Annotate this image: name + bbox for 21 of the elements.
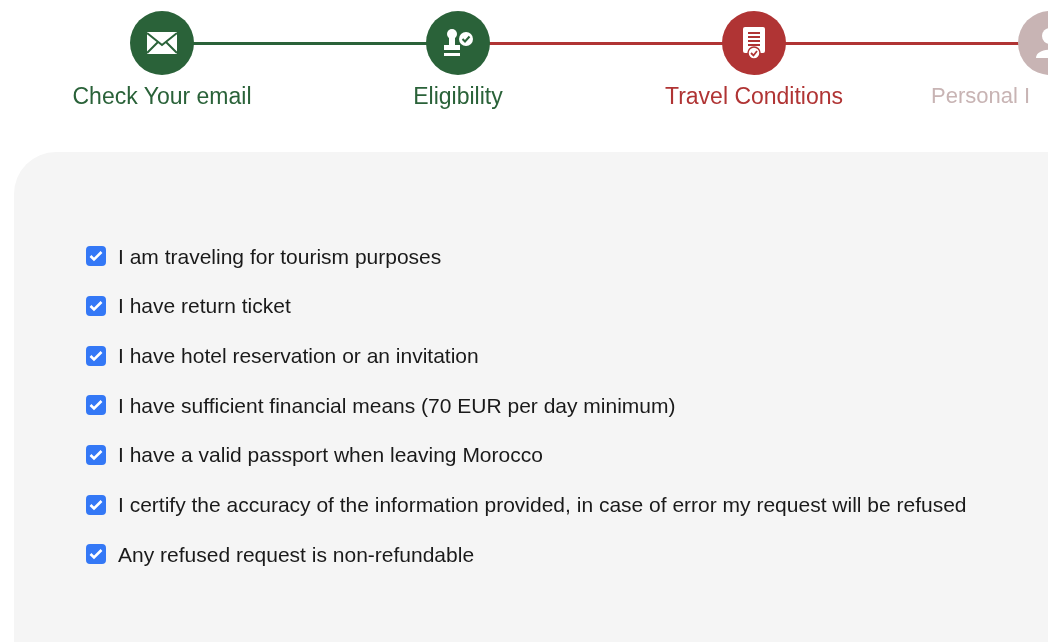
checkbox[interactable] [86, 296, 106, 317]
document-check-icon [741, 26, 767, 60]
checkbox-label: I am traveling for tourism purposes [118, 243, 442, 270]
checkbox[interactable] [86, 445, 106, 466]
step-label: Travel Conditions [664, 82, 844, 111]
checkbox-label: I certify the accuracy of the information provided, in case of error my request will be refused [118, 492, 967, 519]
step-label: Personal I [931, 82, 1031, 110]
checkbox-label: Any refused request is non-refundable [118, 541, 475, 568]
checkbox-label: I have hotel reservation or an invitation [118, 342, 479, 369]
checkbox[interactable] [86, 494, 106, 515]
checkbox[interactable] [86, 544, 106, 565]
checkbox[interactable] [86, 345, 106, 366]
step-label: Eligibility [413, 82, 503, 111]
checkbox-label: I have return ticket [118, 293, 291, 320]
checkbox[interactable] [86, 395, 106, 416]
stamp-icon [442, 27, 474, 59]
step-label: Check Your email [72, 82, 252, 111]
checkbox[interactable] [86, 246, 106, 267]
checkbox-label: I have sufficient financial means (70 EUR per day minimum) [118, 392, 676, 419]
envelope-icon [146, 31, 178, 55]
checkbox-label: I have a valid passport when leaving Morocco [118, 442, 543, 469]
